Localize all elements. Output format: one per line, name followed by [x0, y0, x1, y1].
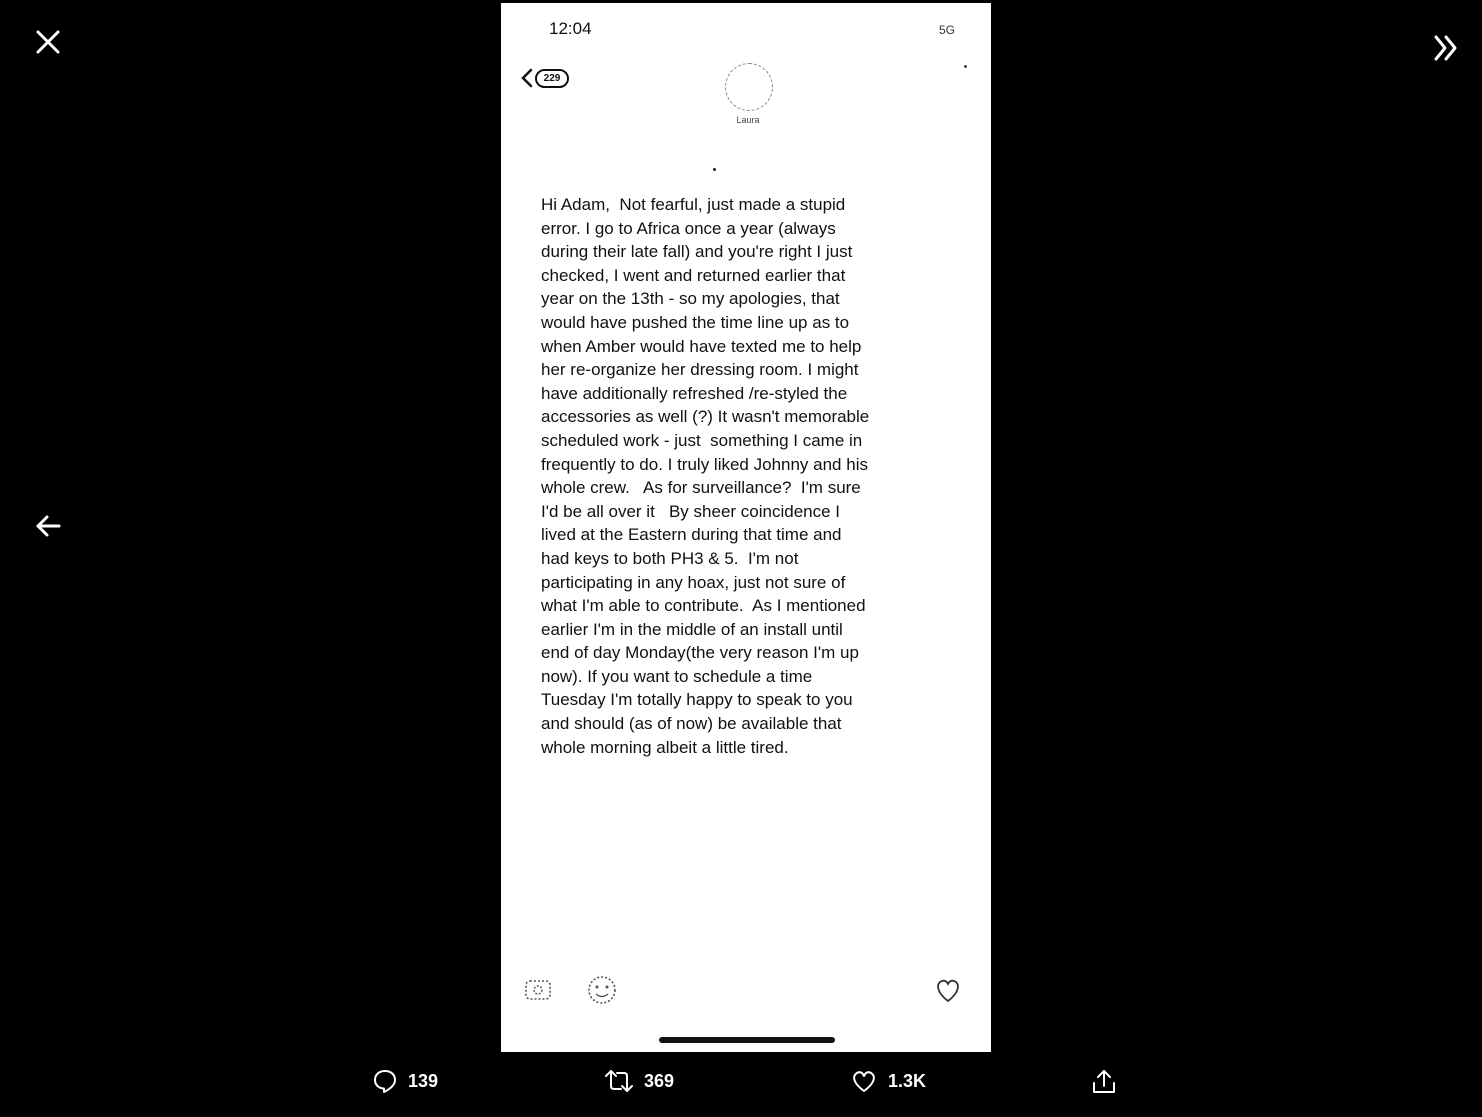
like-count: 1.3K: [888, 1070, 927, 1091]
status-signal: 5G: [938, 23, 955, 37]
chevron-double-right-icon: [1434, 35, 1457, 61]
reply-button[interactable]: 139: [372, 1068, 438, 1094]
retweet-icon: [605, 1070, 633, 1092]
back-button: 229: [521, 65, 581, 91]
reply-count: 139: [408, 1070, 439, 1091]
retweet-count: 369: [644, 1070, 675, 1091]
close-button[interactable]: [28, 22, 68, 62]
react-icon: [937, 979, 959, 1003]
avatar: [725, 63, 773, 111]
contact-name: Laura: [736, 115, 760, 125]
typing-dot: [713, 168, 716, 171]
close-icon: [36, 30, 60, 54]
home-indicator: [659, 1037, 835, 1043]
menu-dot: [964, 65, 967, 68]
share-button[interactable]: [1090, 1068, 1118, 1096]
previous-button[interactable]: [28, 506, 68, 546]
chevron-left-icon: [521, 68, 533, 88]
comment-icon: [374, 1070, 396, 1093]
share-icon: [1093, 1070, 1115, 1093]
heart-icon: [853, 1071, 875, 1092]
media-viewer: 12:04 5G 229 Laura Hi Adam, Not fearful,…: [0, 0, 1482, 1117]
sticker-icon: [588, 976, 616, 1004]
arrow-left-icon: [36, 515, 61, 537]
status-time: 12:04: [549, 19, 592, 38]
unread-badge: 229: [535, 68, 569, 88]
screenshot-image: 12:04 5G 229 Laura Hi Adam, Not fearful,…: [501, 3, 991, 1052]
like-button[interactable]: 1.3K: [850, 1068, 926, 1094]
photo-icon: [525, 980, 551, 1000]
retweet-button[interactable]: 369: [604, 1068, 674, 1094]
expand-button[interactable]: [1424, 26, 1468, 70]
message-text: Hi Adam, Not fearful, just made a stupid…: [541, 195, 874, 757]
